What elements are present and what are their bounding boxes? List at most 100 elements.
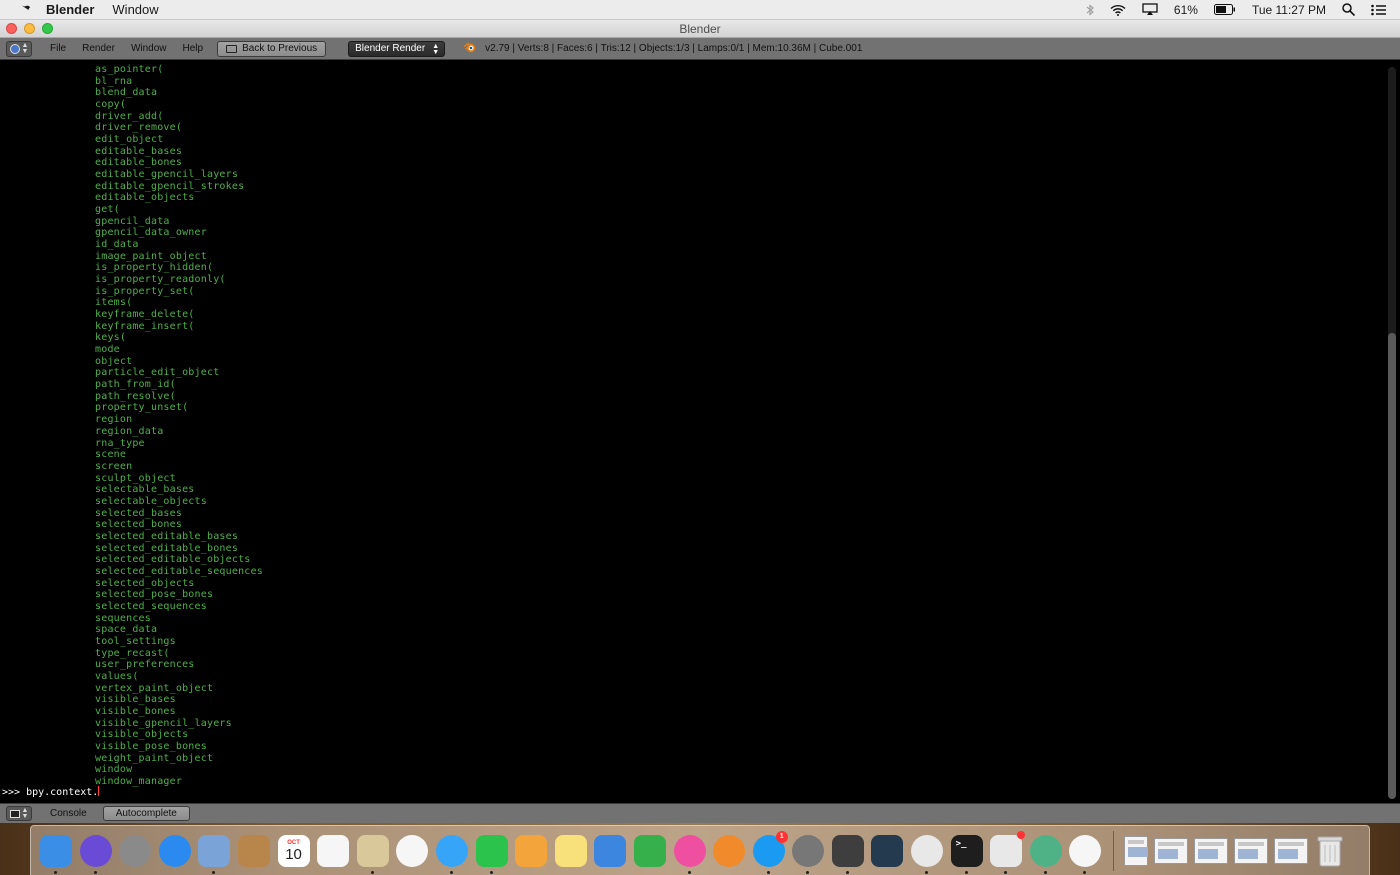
running-indicator <box>449 870 453 874</box>
calendar-day: 10 <box>285 845 302 863</box>
system-preferences-icon[interactable] <box>792 834 825 874</box>
console-scrollbar-thumb[interactable] <box>1388 333 1396 799</box>
reminders-icon[interactable] <box>317 834 350 867</box>
safari-icon[interactable] <box>158 834 191 867</box>
blender-window: Blender ▲ ▼ File Render Window Help Back … <box>0 20 1400 823</box>
dropdown-arrows-icon: ▲ ▼ <box>432 42 440 56</box>
console-output-line: user_preferences <box>95 659 195 671</box>
render-engine-value: Blender Render <box>355 43 426 54</box>
battery-percent[interactable]: 61% <box>1174 3 1198 17</box>
python-console[interactable]: as_pointer(bl_rna blend_data copy(driver_a… <box>0 61 1400 803</box>
document-stack-icon[interactable] <box>1124 835 1149 866</box>
blender-icon[interactable] <box>1069 834 1102 874</box>
itunes-icon[interactable] <box>673 834 706 874</box>
autocomplete-button[interactable]: Autocomplete <box>102 806 190 821</box>
menu-help[interactable]: Help <box>175 43 212 54</box>
console-output-line: sequences <box>95 612 151 624</box>
console-prompt[interactable]: >>> bpy.context. <box>2 786 100 798</box>
console-output-line: sculpt_object <box>95 472 176 484</box>
console-output-line: selected_bones <box>95 519 183 531</box>
apple-menu-icon[interactable] <box>16 2 32 18</box>
text-cursor <box>98 786 100 796</box>
console-output-line: type_recast( <box>95 647 170 659</box>
console-output-line: visible_bones <box>95 705 176 717</box>
console-output-line: editable_bases <box>95 145 183 157</box>
keynote-icon[interactable] <box>594 834 627 867</box>
contacts-icon[interactable] <box>237 834 270 867</box>
console-scrollbar[interactable] <box>1388 67 1396 799</box>
console-output-line: blend_data <box>95 87 158 99</box>
console-output-line: is_property_hidden( <box>95 262 214 274</box>
console-output-line: selected_editable_bases <box>95 530 239 542</box>
menu-file[interactable]: File <box>42 43 74 54</box>
window-title-bar[interactable]: Blender <box>0 20 1400 38</box>
console-output-line: editable_bones <box>95 157 183 169</box>
ibooks-icon[interactable] <box>713 834 746 867</box>
back-to-previous-button[interactable]: Back to Previous <box>217 40 327 57</box>
preview-icon[interactable] <box>356 834 389 874</box>
photos-icon[interactable] <box>396 834 429 867</box>
notes-icon[interactable] <box>554 834 587 867</box>
running-indicator <box>806 870 810 874</box>
console-output-line: keyframe_insert( <box>95 320 195 332</box>
screen-back-icon <box>226 44 238 53</box>
notification-center-icon[interactable] <box>1371 4 1386 16</box>
console-output-line: get( <box>95 204 120 216</box>
console-output-line: particle_edit_object <box>95 367 220 379</box>
console-output-line: keys( <box>95 332 127 344</box>
running-indicator <box>1043 870 1047 874</box>
up-down-arrows-icon: ▲ ▼ <box>21 806 29 820</box>
console-output-line: items( <box>95 297 133 309</box>
running-indicator <box>1004 870 1008 874</box>
menubar-app-name[interactable]: Blender <box>46 2 94 17</box>
terminal-prompt-glyph: >_ <box>955 838 967 849</box>
trash-icon[interactable] <box>1314 835 1346 867</box>
launchpad-icon[interactable] <box>119 834 152 867</box>
wifi-icon[interactable] <box>1110 4 1126 16</box>
minimized-window-thumbnail[interactable] <box>1194 837 1229 864</box>
minimized-window-thumbnail[interactable] <box>1234 837 1269 864</box>
numbers-icon[interactable] <box>633 834 666 867</box>
calendar-icon[interactable]: OCT 10 <box>277 834 310 867</box>
console-output-line: gpencil_data_owner <box>95 227 207 239</box>
console-output-line: region_data <box>95 425 164 437</box>
facetime-icon[interactable] <box>475 834 508 874</box>
console-output-line: vertex_paint_object <box>95 682 214 694</box>
app-store-icon[interactable]: 1 <box>752 830 788 874</box>
finder-icon[interactable] <box>40 834 72 874</box>
battery-icon[interactable] <box>1213 4 1236 15</box>
bluetooth-icon[interactable] <box>1086 3 1094 16</box>
menu-window[interactable]: Window <box>123 43 175 54</box>
minimize-window-button[interactable] <box>24 23 35 34</box>
spotlight-search-icon[interactable] <box>1342 3 1355 16</box>
console-output-line: id_data <box>95 239 139 251</box>
terminal-icon[interactable]: >_ <box>950 834 983 874</box>
scene-statistics: v2.79 | Verts:8 | Faces:6 | Tris:12 | Ob… <box>485 43 863 54</box>
console-output-line: space_data <box>95 624 158 636</box>
render-engine-dropdown[interactable]: Blender Render ▲ ▼ <box>348 40 446 57</box>
atom-icon[interactable] <box>1029 834 1062 874</box>
minimized-window-thumbnail[interactable] <box>1154 837 1189 864</box>
editor-type-selector[interactable]: ▲ ▼ <box>6 40 32 57</box>
messages-icon[interactable] <box>435 834 468 874</box>
console-output-line: window <box>95 764 133 776</box>
console-editor-type-selector[interactable]: ▲ ▼ <box>6 806 32 821</box>
brackets-icon[interactable] <box>871 834 904 867</box>
mail-stamp-icon[interactable] <box>198 834 231 874</box>
close-window-button[interactable] <box>6 23 17 34</box>
siri-icon[interactable] <box>79 834 112 874</box>
minimized-window-thumbnail[interactable] <box>1274 837 1309 864</box>
sublime-text-icon[interactable] <box>831 834 864 874</box>
fullscreen-window-button[interactable] <box>42 23 53 34</box>
menu-render[interactable]: Render <box>74 43 123 54</box>
autocomplete-output: as_pointer(bl_rna blend_data copy(driver_a… <box>95 64 263 788</box>
menubar-window-menu[interactable]: Window <box>112 2 158 17</box>
menubar-clock[interactable]: Tue 11:27 PM <box>1252 3 1326 17</box>
running-indicator <box>93 870 97 874</box>
slack-icon[interactable] <box>990 830 1026 874</box>
airplay-icon[interactable] <box>1142 3 1158 16</box>
pages-icon[interactable] <box>515 834 548 867</box>
console-menu[interactable]: Console <box>42 808 95 819</box>
console-output-line: copy( <box>95 99 127 111</box>
chrome-icon[interactable] <box>911 834 944 874</box>
